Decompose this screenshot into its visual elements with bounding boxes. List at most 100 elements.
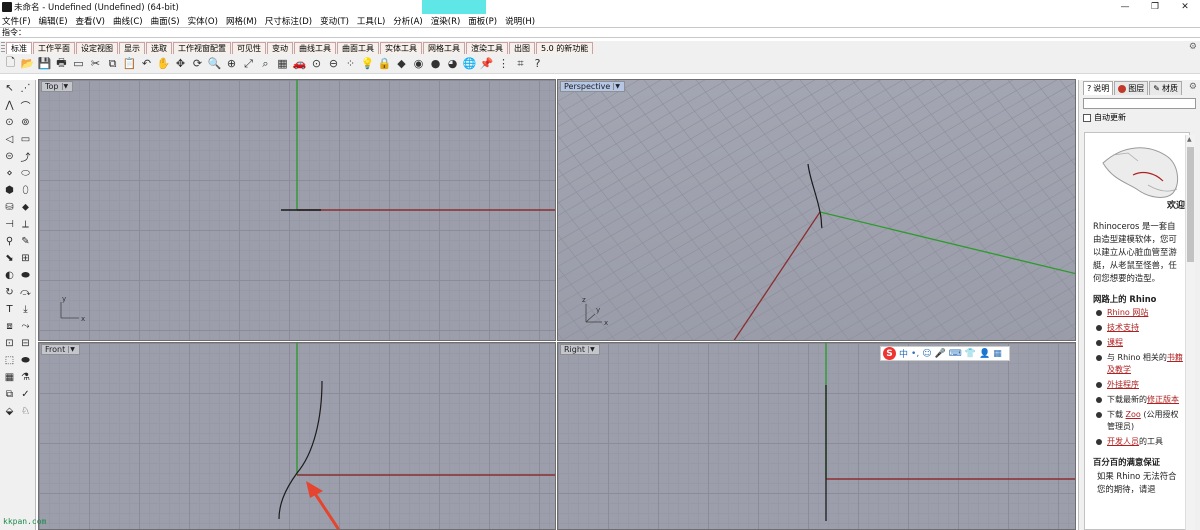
copy-icon[interactable]: ⧉	[105, 56, 120, 71]
viewport-top[interactable]: y x Top ▼	[38, 79, 556, 341]
shaded-icon[interactable]: ◆	[394, 56, 409, 71]
tab-set-view[interactable]: 设定视图	[76, 42, 118, 54]
left-tool-icon[interactable]: ⋄	[2, 166, 17, 181]
left-tool-icon[interactable]: ⬯	[18, 183, 33, 198]
left-tool-icon[interactable]: ⋰	[18, 81, 33, 96]
tab-help[interactable]: ? 说明	[1083, 81, 1114, 95]
viewport-right[interactable]: Right ▼	[557, 342, 1076, 530]
tab-mesh-tools[interactable]: 网格工具	[423, 42, 465, 54]
new-file-icon[interactable]: 🗋	[3, 56, 18, 71]
left-tool-icon[interactable]: ⬊	[2, 251, 17, 266]
tab-render-tools[interactable]: 渲染工具	[466, 42, 508, 54]
open-folder-icon[interactable]: 📂	[20, 56, 35, 71]
viewport-layout-icon[interactable]: ▦	[275, 56, 290, 71]
select-points-icon[interactable]: ⁘	[343, 56, 358, 71]
left-tool-icon[interactable]: ♘	[18, 404, 33, 419]
left-tool-icon[interactable]: ↻	[2, 285, 17, 300]
viewport-front[interactable]: Front ▼	[38, 342, 556, 530]
left-tool-icon[interactable]: ▦	[2, 370, 17, 385]
left-tool-icon[interactable]: ⧉	[2, 387, 17, 402]
link-zoo[interactable]: Zoo	[1126, 410, 1141, 419]
checkbox-box[interactable]	[1083, 113, 1091, 122]
keyboard-icon[interactable]: ⌨	[949, 349, 962, 359]
menu-solid[interactable]: 实体(O)	[184, 15, 222, 27]
left-tool-icon[interactable]: ⬬	[18, 268, 33, 283]
left-tool-icon[interactable]: ◐	[2, 268, 17, 283]
cplane-icon[interactable]: ⊖	[326, 56, 341, 71]
view-setup-icon[interactable]: ⊙	[309, 56, 324, 71]
ime-language-toggle[interactable]: 中	[899, 347, 908, 360]
tab-select[interactable]: 选取	[146, 42, 172, 54]
print-icon[interactable]: 🖶	[54, 56, 69, 71]
link-plugins[interactable]: 外挂程序	[1107, 380, 1139, 389]
menu-render[interactable]: 渲染(R)	[427, 15, 465, 27]
link-tech-support[interactable]: 技术支持	[1107, 323, 1139, 332]
left-tool-icon[interactable]: ⬥	[18, 200, 33, 215]
left-tool-icon[interactable]: ⤼	[18, 285, 33, 300]
viewport-perspective-label[interactable]: Perspective ▼	[560, 81, 625, 92]
left-tool-icon[interactable]: ⤓	[18, 302, 33, 317]
punctuation-icon[interactable]: •,	[911, 349, 919, 359]
left-tool-icon[interactable]: ▭	[18, 132, 33, 147]
panel-scrollbar[interactable]: ▲	[1185, 135, 1195, 530]
tab-cplanes[interactable]: 工作平面	[33, 42, 75, 54]
viewport-right-label[interactable]: Right ▼	[560, 344, 600, 355]
user-icon[interactable]: 👤	[979, 349, 990, 359]
rotate-view-icon[interactable]: ⟳	[190, 56, 205, 71]
link-service-release[interactable]: 修正版本	[1147, 395, 1179, 404]
history-icon[interactable]: ⌗	[513, 56, 528, 71]
left-tool-icon[interactable]: ⊙	[2, 115, 17, 130]
left-tool-icon[interactable]: ✓	[18, 387, 33, 402]
toolbox-icon[interactable]: ▦	[993, 349, 1002, 359]
link-developers[interactable]: 开发人员	[1107, 437, 1139, 446]
left-tool-icon[interactable]: ⊝	[2, 149, 17, 164]
zoom-window-icon[interactable]: ⊕	[224, 56, 239, 71]
lock-icon[interactable]: 🔒	[377, 56, 392, 71]
scroll-up-icon[interactable]: ▲	[1187, 136, 1192, 143]
left-tool-icon[interactable]: ⊚	[18, 115, 33, 130]
left-tool-icon[interactable]: T	[2, 302, 17, 317]
close-button[interactable]: ✕	[1170, 0, 1200, 14]
left-tool-icon[interactable]: ⟂	[18, 217, 33, 232]
zoom-icon[interactable]: 🔍	[207, 56, 222, 71]
panel-search-input[interactable]	[1083, 98, 1196, 109]
menu-mesh[interactable]: 网格(M)	[222, 15, 261, 27]
menu-edit[interactable]: 编辑(E)	[35, 15, 72, 27]
menu-surface[interactable]: 曲面(S)	[147, 15, 184, 27]
sogou-logo-icon[interactable]: S	[883, 347, 896, 360]
left-tool-icon[interactable]: ⬚	[2, 353, 17, 368]
auto-update-checkbox[interactable]: 自动更新	[1083, 112, 1196, 123]
light-icon[interactable]: 💡	[360, 56, 375, 71]
skin-icon[interactable]: 👕	[965, 349, 976, 359]
tab-new-in-v5[interactable]: 5.0 的新功能	[536, 42, 594, 54]
microphone-icon[interactable]: 🎤	[935, 349, 946, 359]
color-wheel-icon[interactable]: ◉	[411, 56, 426, 71]
cut-icon[interactable]: ✂	[88, 56, 103, 71]
tab-visibility[interactable]: 可见性	[232, 42, 266, 54]
zoom-selected-icon[interactable]: ⌕	[258, 56, 273, 71]
car-icon[interactable]: 🚗	[292, 56, 307, 71]
tab-surface-tools[interactable]: 曲面工具	[337, 42, 379, 54]
left-tool-icon[interactable]: ◁	[2, 132, 17, 147]
left-tool-icon[interactable]: ⚲	[2, 234, 17, 249]
left-tool-icon[interactable]: ⬬	[18, 353, 33, 368]
emoji-icon[interactable]: ☺	[922, 349, 931, 359]
tabs-settings-icon[interactable]: ⚙	[1189, 42, 1197, 52]
panel-settings-icon[interactable]: ⚙	[1189, 82, 1197, 92]
tab-display[interactable]: 显示	[119, 42, 145, 54]
viewport-front-label[interactable]: Front ▼	[41, 344, 80, 355]
tab-materials[interactable]: ✎ 材质	[1149, 81, 1182, 95]
menu-transform[interactable]: 变动(T)	[316, 15, 353, 27]
left-tool-icon[interactable]: ⊟	[18, 336, 33, 351]
command-input[interactable]	[26, 28, 1200, 37]
menu-help[interactable]: 说明(H)	[501, 15, 539, 27]
sphere-icon[interactable]: ●	[428, 56, 443, 71]
pin-icon[interactable]: 📌	[479, 56, 494, 71]
undo-icon[interactable]: ↶	[139, 56, 154, 71]
move-icon[interactable]: ✥	[173, 56, 188, 71]
tab-viewport-layout[interactable]: 工作视窗配置	[173, 42, 231, 54]
paste-icon[interactable]: 📋	[122, 56, 137, 71]
minimize-button[interactable]: —	[1110, 0, 1140, 14]
left-tool-icon[interactable]: ⤴	[18, 149, 33, 164]
menu-curve[interactable]: 曲线(C)	[109, 15, 147, 27]
